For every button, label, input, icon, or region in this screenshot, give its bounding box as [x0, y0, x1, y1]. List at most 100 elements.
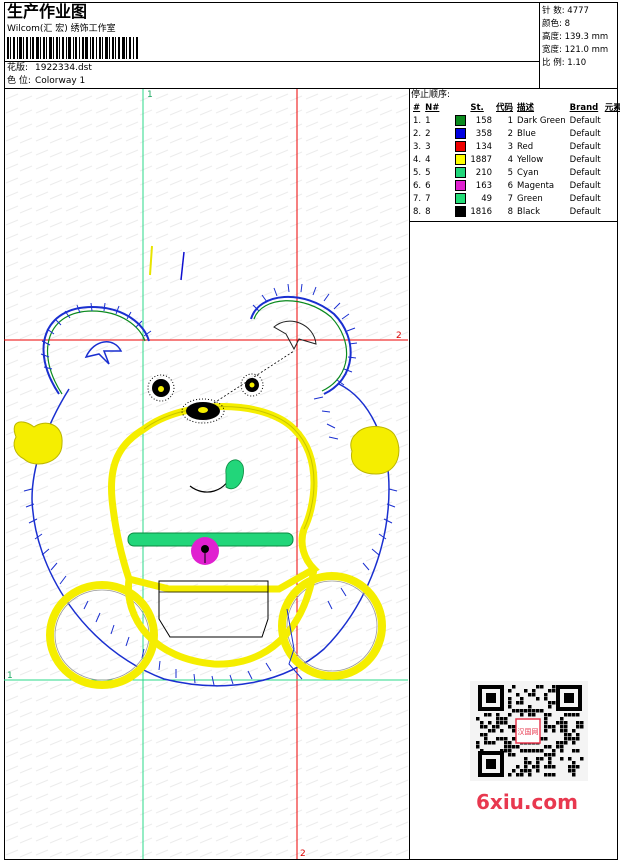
stop-table-divider: [409, 221, 618, 222]
color-swatch: [455, 141, 467, 152]
stop-cell-n: 1: [425, 116, 431, 126]
stop-cell-st: 1816: [470, 207, 493, 217]
stop-cell-code: 2: [507, 129, 514, 139]
stop-cell-n: 2: [425, 129, 431, 139]
stat-width: 宽度: 121.0 mm: [542, 45, 609, 55]
stop-cell-code: 5: [507, 168, 514, 178]
stop-cell-brand: Default: [569, 129, 601, 139]
color-swatch: [455, 167, 467, 178]
stop-cell-el: [603, 128, 620, 141]
col-num: #: [413, 103, 421, 113]
stop-cell-n: 5: [425, 168, 431, 178]
stop-cell-st: 358: [475, 129, 493, 139]
col-desc: 描述: [517, 103, 535, 113]
stop-cell-brand: Default: [569, 207, 601, 217]
stop-cell-st: 49: [481, 194, 493, 204]
left-paw: [13, 421, 63, 465]
stop-cell-desc: Green: [517, 194, 543, 204]
guide-label-v2: 2: [300, 849, 306, 859]
stop-cell-brand: Default: [569, 142, 601, 152]
qr-code: 汉国网: [470, 681, 588, 781]
stop-cell-code: 8: [507, 207, 514, 217]
stop-row: 2. 2 358 2 Blue Default: [411, 128, 620, 141]
stop-cell-code: 7: [507, 194, 514, 204]
stop-cell-el: [603, 154, 620, 167]
color-swatch: [455, 115, 467, 126]
stop-cell-brand: Default: [569, 194, 601, 204]
stop-cell-num: 8.: [413, 207, 422, 217]
stop-cell-el: [603, 115, 620, 128]
stop-cell-n: 6: [425, 181, 431, 191]
color-swatch: [455, 180, 467, 191]
stop-cell-desc: Cyan: [517, 168, 539, 178]
stop-cell-n: 4: [425, 155, 431, 165]
stop-table-header: # N# St. 代码 描述 Brand 元素: [411, 102, 620, 115]
stop-cell-n: 3: [425, 142, 431, 152]
stop-cell-num: 3.: [413, 142, 422, 152]
stop-cell-desc: Dark Green: [517, 116, 566, 126]
right-paw: [350, 426, 400, 475]
stop-cell-code: 1: [507, 116, 514, 126]
stop-cell-swatch: [453, 167, 468, 180]
stop-cell-el: [603, 141, 620, 154]
colorway-name: Colorway 1: [35, 76, 86, 86]
stop-cell-desc: Blue: [517, 129, 536, 139]
col-code: 代码: [496, 103, 514, 113]
guide-label-h2: 2: [396, 331, 402, 341]
design-name: 1922334.dst: [35, 63, 92, 73]
stop-row: 5. 5 210 5 Cyan Default: [411, 167, 620, 180]
stop-sequence-table: # N# St. 代码 描述 Brand 元素 1. 1 158 1 Dark Gree…: [411, 102, 620, 219]
stop-cell-swatch: [453, 115, 468, 128]
stop-cell-swatch: [453, 128, 468, 141]
col-brand: Brand: [569, 103, 599, 113]
stat-height: 高度: 139.3 mm: [542, 32, 609, 42]
stop-cell-brand: Default: [569, 168, 601, 178]
guide-label-v1: 1: [147, 90, 153, 100]
stop-cell-swatch: [453, 193, 468, 206]
stop-cell-desc: Yellow: [517, 155, 544, 165]
stop-row: 6. 6 163 6 Magenta Default: [411, 180, 620, 193]
stop-row: 8. 8 1816 8 Black Default: [411, 206, 620, 219]
stop-cell-num: 7.: [413, 194, 422, 204]
color-swatch: [455, 206, 467, 217]
stop-cell-swatch: [453, 141, 468, 154]
embroidery-canvas: 1 2 1 2: [4, 89, 408, 859]
stop-cell-n: 7: [425, 194, 431, 204]
stop-cell-el: [603, 180, 620, 193]
stop-row: 1. 1 158 1 Dark Green Default: [411, 115, 620, 128]
stop-cell-st: 1887: [470, 155, 493, 165]
stop-cell-code: 6: [507, 181, 514, 191]
stop-row: 3. 3 134 3 Red Default: [411, 141, 620, 154]
stop-cell-num: 1.: [413, 116, 422, 126]
stat-scale: 比 例: 1.10: [542, 58, 587, 68]
stop-cell-st: 163: [475, 181, 493, 191]
page-title: 生产作业图: [7, 2, 88, 21]
design-label: 花版:: [7, 63, 29, 73]
stop-cell-swatch: [453, 154, 468, 167]
watermark: 6xiu.com: [476, 790, 578, 814]
stop-cell-num: 4.: [413, 155, 422, 165]
stop-cell-code: 3: [507, 142, 514, 152]
stop-cell-num: 2.: [413, 129, 422, 139]
stop-cell-brand: Default: [569, 181, 601, 191]
col-n: N#: [425, 103, 440, 113]
stop-cell-st: 210: [475, 168, 493, 178]
barcode: [7, 37, 138, 59]
stop-cell-num: 6.: [413, 181, 422, 191]
col-st: St.: [470, 103, 484, 113]
guide-label-h1: 1: [7, 671, 13, 681]
qr-caption: 汉国网: [518, 728, 539, 736]
stop-cell-desc: Red: [517, 142, 534, 152]
stop-row: 4. 4 1887 4 Yellow Default: [411, 154, 620, 167]
col-element: 元素: [604, 103, 620, 113]
stop-cell-el: [603, 167, 620, 180]
subtitle: Wilcom(汇 宏) 绣饰工作室: [7, 24, 116, 34]
col-swatch: [453, 102, 468, 115]
stat-stitches: 针 数: 4777: [542, 6, 589, 16]
stop-cell-brand: Default: [569, 155, 601, 165]
stat-colors: 颜色: 8: [542, 19, 570, 29]
color-swatch: [455, 128, 467, 139]
stop-cell-desc: Black: [517, 207, 541, 217]
stop-cell-num: 5.: [413, 168, 422, 178]
stop-cell-el: [603, 193, 620, 206]
